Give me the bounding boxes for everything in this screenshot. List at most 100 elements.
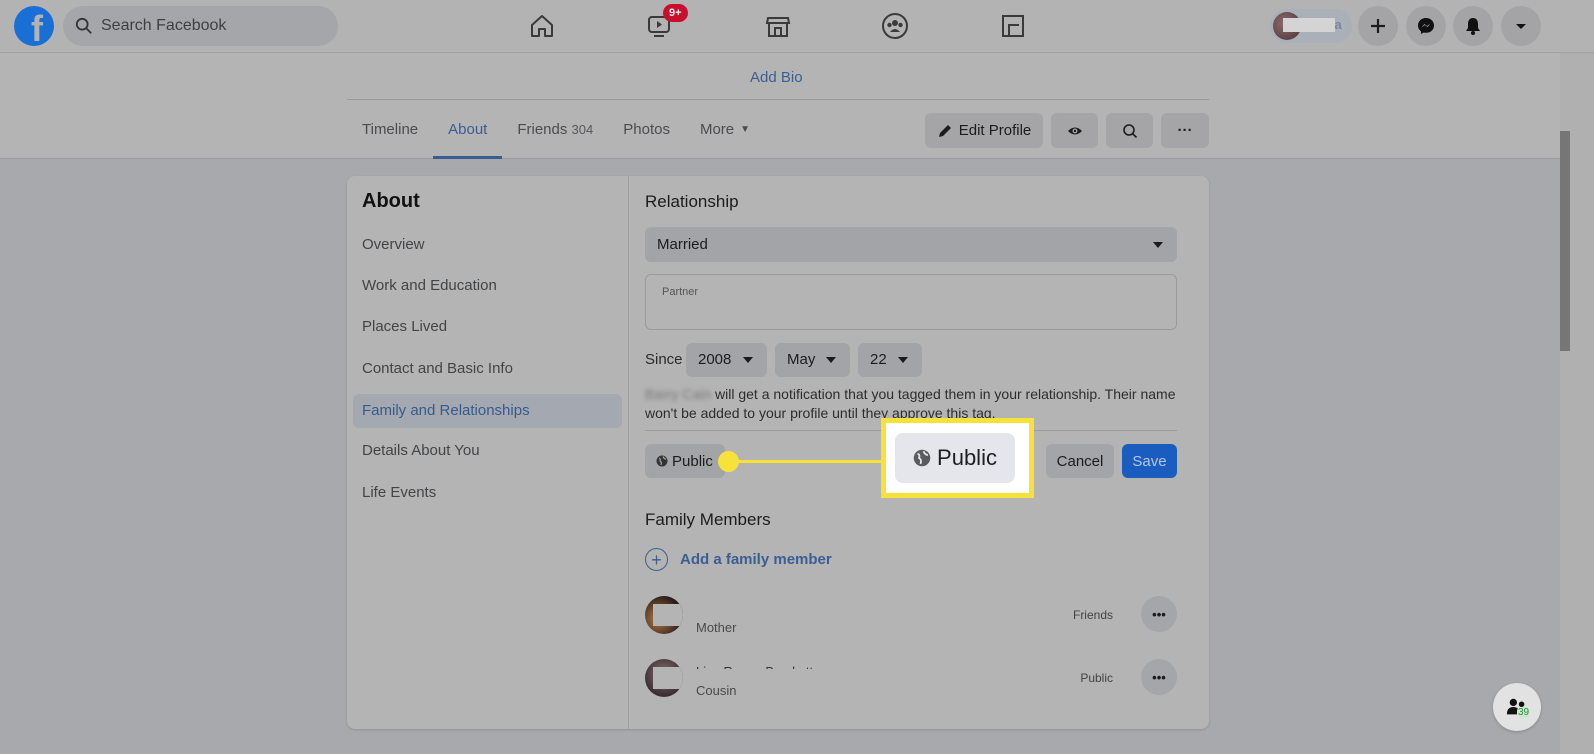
callout-dot bbox=[718, 451, 739, 472]
add-family-member-link[interactable]: + Add a family member bbox=[645, 548, 832, 571]
globe-icon bbox=[656, 455, 668, 467]
profile-tabs: Timeline About Friends 304 Photos More ▼ bbox=[347, 100, 765, 159]
family-privacy: Friends bbox=[1072, 608, 1113, 622]
caret-down-icon bbox=[898, 357, 908, 363]
sidebar-item-details-about-you[interactable]: Details About You bbox=[353, 434, 622, 468]
tab-label: Photos bbox=[623, 121, 670, 138]
family-member-options-button[interactable]: ••• bbox=[1141, 596, 1177, 632]
caret-down-icon bbox=[743, 357, 753, 363]
family-member-options-button[interactable]: ••• bbox=[1141, 659, 1177, 695]
eye-icon bbox=[1067, 127, 1082, 134]
account-menu-button[interactable] bbox=[1501, 6, 1541, 46]
profile-shortcut[interactable]: Dana bbox=[1270, 9, 1352, 43]
search-icon bbox=[1122, 123, 1137, 138]
add-bio-link[interactable]: Add Bio bbox=[750, 69, 803, 86]
caret-down-icon bbox=[1153, 242, 1163, 248]
sidebar-item-life-events[interactable]: Life Events bbox=[353, 476, 622, 510]
tab-label: Timeline bbox=[362, 121, 419, 138]
gaming-icon bbox=[1002, 15, 1024, 37]
relationship-heading: Relationship bbox=[645, 192, 739, 211]
year-value: 2008 bbox=[698, 351, 732, 368]
blurred-partner-name: Barry Cain bbox=[645, 386, 712, 402]
groups-icon bbox=[882, 13, 908, 39]
edit-profile-button[interactable]: Edit Profile bbox=[925, 113, 1043, 148]
nav-marketplace[interactable] bbox=[760, 8, 796, 44]
nav-watch[interactable]: 9+ bbox=[641, 4, 688, 44]
more-icon: ··· bbox=[1177, 122, 1193, 139]
messenger-button[interactable] bbox=[1406, 6, 1446, 46]
save-button[interactable]: Save bbox=[1122, 444, 1177, 478]
top-navigation-bar: f 9+ Dana bbox=[0, 0, 1594, 53]
redaction-mask bbox=[1283, 18, 1335, 32]
family-relation: Mother bbox=[696, 620, 737, 635]
family-member-row: Mother Friends ••• bbox=[645, 596, 1177, 644]
bell-icon bbox=[1466, 18, 1480, 35]
tab-label: About bbox=[448, 121, 488, 138]
search-box[interactable] bbox=[63, 6, 338, 46]
tab-photos[interactable]: Photos bbox=[608, 100, 685, 159]
privacy-selector[interactable]: Public bbox=[645, 444, 725, 478]
edit-profile-label: Edit Profile bbox=[958, 122, 1032, 139]
month-select[interactable]: May bbox=[775, 343, 850, 377]
nav-home[interactable] bbox=[524, 8, 560, 44]
nav-gaming[interactable] bbox=[995, 8, 1031, 44]
tab-label: Friends bbox=[517, 121, 568, 138]
cancel-button[interactable]: Cancel bbox=[1046, 444, 1114, 478]
partner-field[interactable]: Partner bbox=[645, 274, 1177, 330]
redaction-mask bbox=[653, 604, 683, 626]
redaction-mask bbox=[653, 667, 683, 689]
avatar[interactable] bbox=[645, 596, 683, 634]
tab-friends[interactable]: Friends 304 bbox=[502, 100, 608, 159]
callout-magnified-box: Public bbox=[881, 418, 1034, 498]
family-member-name[interactable]: Lisa Renee Brackett bbox=[696, 661, 813, 669]
relationship-status-value: Married bbox=[657, 236, 708, 253]
sidebar-item-family-relationships[interactable]: Family and Relationships bbox=[353, 394, 622, 428]
more-options-button[interactable]: ··· bbox=[1161, 113, 1209, 148]
avatar[interactable] bbox=[645, 659, 683, 697]
search-input[interactable] bbox=[101, 17, 321, 35]
search-icon bbox=[75, 17, 92, 34]
caret-down-icon bbox=[1516, 24, 1526, 29]
tab-timeline[interactable]: Timeline bbox=[347, 100, 433, 159]
year-select[interactable]: 2008 bbox=[686, 343, 767, 377]
caret-down-icon bbox=[826, 357, 836, 363]
tab-label: More bbox=[699, 121, 735, 138]
family-members-heading: Family Members bbox=[645, 510, 771, 529]
callout-public-button: Public bbox=[895, 433, 1015, 483]
pencil-icon bbox=[938, 124, 951, 137]
scrollbar-thumb[interactable] bbox=[1560, 131, 1570, 351]
day-select[interactable]: 22 bbox=[858, 343, 922, 377]
view-as-button[interactable] bbox=[1051, 113, 1098, 148]
tab-about[interactable]: About bbox=[433, 100, 503, 159]
callout-connector-line bbox=[735, 460, 885, 463]
family-member-row: Lisa Renee Brackett Cousin Public ••• bbox=[645, 659, 1177, 707]
add-family-member-label: Add a family member bbox=[680, 551, 832, 568]
partner-label: Partner bbox=[662, 286, 699, 298]
sidebar-item-overview[interactable]: Overview bbox=[353, 228, 622, 262]
partner-input[interactable] bbox=[662, 301, 1162, 317]
messenger-icon bbox=[1418, 18, 1434, 34]
family-relation: Cousin bbox=[696, 683, 737, 698]
tab-more[interactable]: More ▼ bbox=[685, 100, 765, 159]
create-button[interactable] bbox=[1358, 6, 1398, 46]
nav-groups[interactable] bbox=[877, 8, 913, 44]
page-scrollbar[interactable] bbox=[1560, 0, 1594, 754]
since-label: Since bbox=[645, 351, 683, 368]
privacy-label: Public bbox=[672, 452, 713, 470]
caret-down-icon: ▼ bbox=[740, 124, 751, 135]
contacts-button[interactable]: 39 bbox=[1493, 683, 1541, 731]
globe-icon bbox=[913, 449, 931, 467]
sidebar-item-work-education[interactable]: Work and Education bbox=[353, 269, 622, 303]
facebook-logo[interactable]: f bbox=[14, 6, 54, 46]
about-title: About bbox=[362, 190, 420, 212]
relationship-status-select[interactable]: Married bbox=[645, 227, 1177, 262]
search-profile-button[interactable] bbox=[1106, 113, 1153, 148]
month-value: May bbox=[787, 351, 816, 368]
plus-circle-icon: + bbox=[645, 548, 668, 571]
friends-count: 304 bbox=[571, 122, 594, 137]
notifications-button[interactable] bbox=[1453, 6, 1493, 46]
home-icon bbox=[531, 15, 553, 37]
about-card: About Overview Work and Education Places… bbox=[347, 176, 1209, 729]
sidebar-item-contact-info[interactable]: Contact and Basic Info bbox=[353, 352, 622, 386]
sidebar-item-places-lived[interactable]: Places Lived bbox=[353, 310, 622, 344]
